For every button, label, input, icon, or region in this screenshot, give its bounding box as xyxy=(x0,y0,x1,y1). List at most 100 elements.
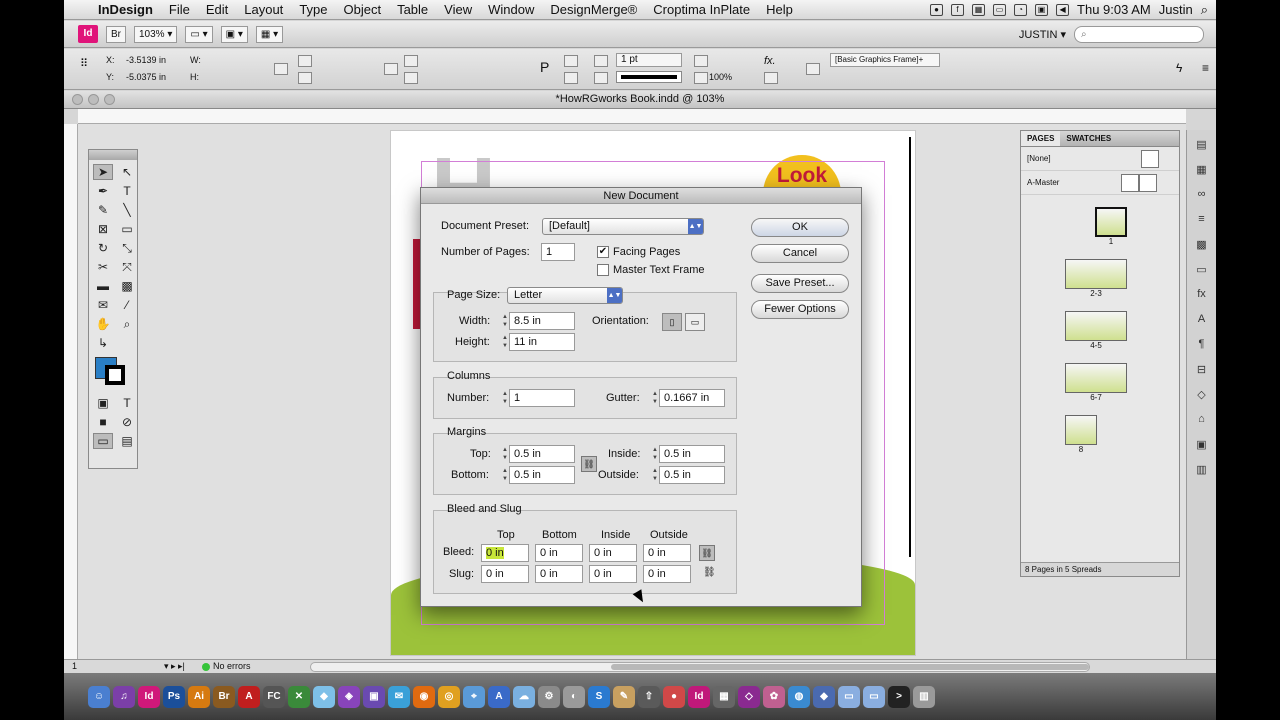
margin-inside-spinner-icon[interactable]: ▲ ▼ xyxy=(651,446,659,462)
preflight-status[interactable]: No errors xyxy=(202,660,251,673)
itunes-icon[interactable]: ♫ xyxy=(113,685,135,708)
scale-tool-icon[interactable]: ⤡ xyxy=(117,240,137,256)
master-none-row[interactable]: [None] xyxy=(1021,147,1179,171)
apply-none-icon[interactable]: ⊘ xyxy=(117,414,137,430)
hyperlinks-panel-icon[interactable]: ▥ xyxy=(1192,463,1212,479)
arrange-documents-button[interactable]: ▦ ▾ xyxy=(255,25,284,43)
status-circle-icon[interactable]: ● xyxy=(930,3,944,16)
tools-panel-header[interactable] xyxy=(89,150,137,160)
align-panel-icon[interactable]: ⊟ xyxy=(1192,363,1212,379)
page-size-select[interactable]: Letter ▲▼ xyxy=(507,287,623,304)
type-tool-icon[interactable]: T xyxy=(117,183,137,199)
lightning-icon[interactable]: ϟ xyxy=(1176,61,1182,75)
safari-icon[interactable]: ⌖ xyxy=(463,685,485,708)
y-field[interactable]: -5.0375 in xyxy=(126,72,166,82)
finder-icon[interactable]: ☺ xyxy=(88,685,110,708)
pages-field[interactable]: 1 xyxy=(541,243,575,261)
wifi-icon[interactable]: ◔ xyxy=(1014,3,1028,16)
cancel-button[interactable]: Cancel xyxy=(751,244,849,263)
character-panel-icon[interactable]: A xyxy=(1192,313,1212,329)
screen-mode-button[interactable]: ▣ ▾ xyxy=(220,25,248,43)
workspace-switcher[interactable]: JUSTIN ▾ xyxy=(1019,28,1066,41)
swatches-panel-icon[interactable]: ▩ xyxy=(1192,238,1212,254)
spread-6-7[interactable]: 6-7 xyxy=(1065,363,1127,402)
paragraph-panel-icon[interactable]: ¶ xyxy=(1192,338,1212,354)
opacity-icon[interactable] xyxy=(694,72,708,84)
line-tool-icon[interactable]: ╲ xyxy=(117,202,137,218)
a-master-right-thumb[interactable] xyxy=(1139,174,1157,192)
width-spinner-icon[interactable]: ▲ ▼ xyxy=(501,313,509,329)
spread-2-3[interactable]: 2-3 xyxy=(1065,259,1127,298)
spaces-icon[interactable]: ▣ xyxy=(1035,3,1049,16)
app-store-icon[interactable]: A xyxy=(488,685,510,708)
image-app-icon[interactable]: ▦ xyxy=(713,685,735,708)
margin-top-spinner-icon[interactable]: ▲ ▼ xyxy=(501,446,509,462)
object-style-select[interactable]: [Basic Graphics Frame]+ xyxy=(830,53,940,67)
scale-x-icon[interactable] xyxy=(298,55,312,67)
horizontal-ruler[interactable] xyxy=(78,109,1186,124)
fc-dock-icon[interactable]: FC xyxy=(263,685,285,708)
globe-icon[interactable]: ◍ xyxy=(788,685,810,708)
ichat-icon[interactable]: ☁ xyxy=(513,685,535,708)
shear-icon[interactable] xyxy=(404,72,418,84)
tab-pages[interactable]: PAGES xyxy=(1021,131,1061,146)
spread-6-7-thumb[interactable] xyxy=(1065,363,1127,393)
margin-outside-field[interactable]: 0.5 in xyxy=(659,466,725,484)
volume-icon[interactable]: ◀ xyxy=(1056,3,1070,16)
constrain-proportions-icon[interactable] xyxy=(274,63,288,75)
flip-vertical-icon[interactable] xyxy=(564,72,578,84)
links-panel-icon[interactable]: ∞ xyxy=(1192,188,1212,204)
bleed-outside-field[interactable]: 0 in xyxy=(643,544,691,562)
column-number-spinner-icon[interactable]: ▲ ▼ xyxy=(501,390,509,406)
height-spinner-icon[interactable]: ▲ ▼ xyxy=(501,334,509,350)
pen-tool-icon[interactable]: ✒ xyxy=(93,183,113,199)
menu-layout[interactable]: Layout xyxy=(236,2,291,17)
bridge-dock-icon[interactable]: Br xyxy=(213,685,235,708)
portrait-orientation-icon[interactable]: ▯ xyxy=(662,313,682,331)
menu-help[interactable]: Help xyxy=(758,2,801,17)
calendar-icon[interactable]: ▦ xyxy=(972,3,986,16)
ok-button[interactable]: OK xyxy=(751,218,849,237)
flip-horizontal-icon[interactable] xyxy=(564,55,578,67)
menu-file[interactable]: File xyxy=(161,2,198,17)
app-icon-violet[interactable]: ◇ xyxy=(738,685,760,708)
a-master-left-thumb[interactable] xyxy=(1121,174,1139,192)
a-master-row[interactable]: A-Master xyxy=(1021,171,1179,195)
spread-8[interactable]: 8 xyxy=(1065,415,1097,454)
selection-tool-icon[interactable]: ➤ xyxy=(93,164,113,180)
bleed-top-field[interactable]: 0 in xyxy=(481,544,529,562)
terminal-icon[interactable]: > xyxy=(888,685,910,708)
slug-top-field[interactable]: 0 in xyxy=(481,565,529,583)
menu-object[interactable]: Object xyxy=(336,2,390,17)
chrome-icon[interactable]: ◎ xyxy=(438,685,460,708)
stroke-panel-icon[interactable]: ≡ xyxy=(1192,213,1212,229)
pencil-tool-icon[interactable]: ✎ xyxy=(93,202,113,218)
close-window-button[interactable] xyxy=(72,94,83,105)
slug-bottom-field[interactable]: 0 in xyxy=(535,565,583,583)
minimize-window-button[interactable] xyxy=(88,94,99,105)
bleed-bottom-field[interactable]: 0 in xyxy=(535,544,583,562)
panel-menu-icon[interactable]: ≡ xyxy=(1202,61,1209,75)
scale-y-icon[interactable] xyxy=(298,72,312,84)
user-name[interactable]: Justin xyxy=(1159,2,1193,17)
illustrator-dock-icon[interactable]: Ai xyxy=(188,685,210,708)
margin-bottom-spinner-icon[interactable]: ▲ ▼ xyxy=(501,467,509,483)
facing-pages-checkbox[interactable]: ✔ xyxy=(597,246,609,258)
spotlight-icon[interactable]: ⌕ xyxy=(1201,2,1208,18)
pages-panel-icon[interactable]: ▤ xyxy=(1192,138,1212,154)
menu-croptima[interactable]: Croptima InPlate xyxy=(645,2,758,17)
utility-icon[interactable]: ⚙ xyxy=(538,685,560,708)
app-icon-purple[interactable]: ◈ xyxy=(338,685,360,708)
rectangle-tool-icon[interactable]: ▭ xyxy=(117,221,137,237)
app-icon-blue[interactable]: ◆ xyxy=(813,685,835,708)
bleed-chain-icon[interactable]: ⛓ xyxy=(699,545,715,561)
spread-4-5-thumb[interactable] xyxy=(1065,311,1127,341)
photoshop-dock-icon[interactable]: Ps xyxy=(163,685,185,708)
horizontal-scrollbar[interactable] xyxy=(310,662,1090,672)
zoom-tool-icon[interactable]: ⌕ xyxy=(117,316,137,332)
upload-icon[interactable]: ⇧ xyxy=(638,685,660,708)
margins-chain-icon[interactable]: ⛓ xyxy=(581,456,597,472)
menu-view[interactable]: View xyxy=(436,2,480,17)
constrain-scale-icon[interactable] xyxy=(384,63,398,75)
rectangle-frame-tool-icon[interactable]: ⊠ xyxy=(93,221,113,237)
